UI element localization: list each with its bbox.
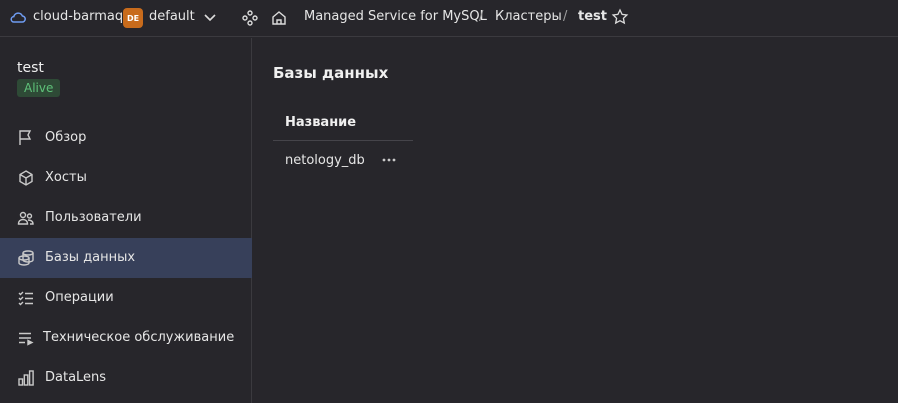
cloud-name[interactable]: cloud-barmaq: [33, 9, 123, 24]
top-bar: cloud-barmaq DE default Managed Service …: [0, 0, 898, 37]
sidebar: test Alive Обзор Хосты Пользователи Базы…: [0, 38, 252, 403]
folder-name[interactable]: default: [149, 9, 195, 24]
breadcrumb-clusters[interactable]: Кластеры: [495, 9, 562, 24]
databases-icon: [17, 249, 35, 267]
sidebar-item-label: Пользователи: [45, 210, 142, 225]
sidebar-item-users[interactable]: Пользователи: [0, 198, 252, 238]
breadcrumb-separator: /: [479, 9, 484, 24]
checklist-icon: [17, 289, 35, 307]
sidebar-item-label: Обзор: [45, 130, 87, 145]
users-icon: [17, 209, 35, 227]
home-icon[interactable]: [270, 9, 288, 31]
sidebar-item-datalens[interactable]: DataLens: [0, 358, 252, 398]
cube-icon: [17, 169, 35, 187]
chart-icon: [17, 369, 35, 387]
star-icon[interactable]: [611, 8, 629, 30]
main-content: Базы данных Название netology_db: [253, 38, 898, 403]
sidebar-item-databases[interactable]: Базы данных: [0, 238, 252, 278]
page-title: Базы данных: [273, 64, 389, 82]
chevron-down-icon[interactable]: [203, 11, 217, 29]
table-row[interactable]: netology_db: [273, 142, 413, 180]
maintenance-icon: [17, 329, 35, 347]
sidebar-item-label: Базы данных: [45, 250, 136, 265]
flag-icon: [17, 129, 35, 147]
sidebar-item-hosts[interactable]: Хосты: [0, 158, 252, 198]
sidebar-item-label: Техническое обслуживание: [43, 330, 235, 345]
sidebar-item-label: Операции: [45, 290, 114, 305]
sidebar-item-operations[interactable]: Операции: [0, 278, 252, 318]
column-header-name[interactable]: Название: [285, 115, 356, 130]
sidebar-item-label: DataLens: [45, 370, 107, 385]
sidebar-item-overview[interactable]: Обзор: [0, 118, 252, 158]
sidebar-item-maintenance[interactable]: Техническое обслуживание: [0, 318, 252, 358]
database-name[interactable]: netology_db: [285, 153, 365, 168]
breadcrumb-service[interactable]: Managed Service for MySQL: [304, 9, 487, 24]
folder-badge: DE: [123, 8, 143, 28]
sidebar-item-label: Хосты: [45, 170, 87, 185]
breadcrumb-separator: /: [563, 9, 568, 24]
cluster-name: test: [17, 60, 44, 76]
table-header: Название: [273, 104, 413, 141]
cloud-icon[interactable]: [9, 8, 27, 30]
status-badge: Alive: [17, 79, 61, 97]
services-icon[interactable]: [241, 9, 259, 31]
breadcrumb-current: test: [578, 9, 607, 24]
more-actions-icon[interactable]: [379, 150, 399, 170]
